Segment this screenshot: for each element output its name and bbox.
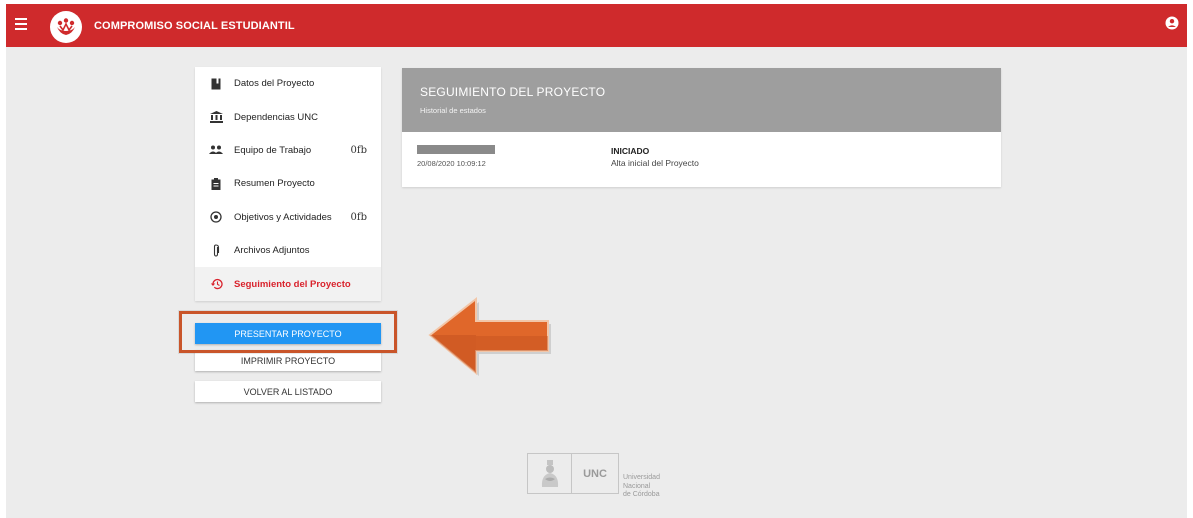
list-item: 20/08/2020 10:09:12 INICIADO Alta inicia… — [402, 132, 1001, 187]
sidebar-item-label: Seguimiento del Proyecto — [234, 278, 351, 290]
entry-state: INICIADO — [611, 146, 650, 156]
entry-date: 20/08/2020 10:09:12 — [417, 159, 486, 168]
target-icon — [208, 210, 224, 224]
print-project-button[interactable]: IMPRIMIR PROYECTO — [195, 350, 381, 371]
sidebar-item-label: Archivos Adjuntos — [234, 245, 310, 257]
sidebar-item-objetivos[interactable]: Objetivos y Actividades 0fb — [195, 201, 381, 234]
unc-logo-text: UNC — [583, 467, 607, 480]
book-icon — [208, 77, 224, 91]
university-name-line: de Córdoba — [623, 491, 660, 498]
app-logo-icon — [50, 11, 82, 43]
sidebar-item-resumen[interactable]: Resumen Proyecto — [195, 167, 381, 200]
project-sidebar-nav: Datos del Proyecto Dependencias UNC Equi… — [195, 67, 381, 301]
entry-description: Alta inicial del Proyecto — [611, 158, 699, 168]
sidebar-item-seguimiento[interactable]: Seguimiento del Proyecto — [195, 267, 381, 301]
group-icon — [208, 143, 224, 157]
sidebar-item-dependencias[interactable]: Dependencias UNC — [195, 100, 381, 133]
pointer-arrow-icon — [428, 296, 551, 376]
app-title: COMPROMISO SOCIAL ESTUDIANTIL — [94, 20, 295, 32]
sidebar-item-label: Objetivos y Actividades — [234, 211, 332, 223]
hamburger-icon[interactable] — [15, 18, 27, 30]
history-icon — [208, 277, 224, 291]
sidebar-item-count: 0fb — [350, 211, 367, 223]
redacted-user-name — [417, 145, 495, 154]
sidebar-item-label: Dependencias UNC — [234, 111, 318, 123]
sidebar-item-count: 0fb — [350, 144, 367, 156]
institution-icon — [208, 110, 224, 124]
sidebar-item-datos-proyecto[interactable]: Datos del Proyecto — [195, 67, 381, 100]
card-subtitle: Historial de estados — [420, 106, 486, 115]
card-title: SEGUIMIENTO DEL PROYECTO — [420, 85, 606, 99]
card-header: SEGUIMIENTO DEL PROYECTO Historial de es… — [402, 68, 1001, 132]
university-seal-icon — [528, 454, 572, 493]
university-name-line: Universidad — [623, 474, 660, 481]
highlight-box — [179, 311, 397, 353]
sidebar-item-label: Datos del Proyecto — [234, 78, 315, 90]
account-circle-icon[interactable] — [1165, 16, 1179, 30]
university-name-line: Nacional — [623, 482, 651, 490]
sidebar-item-equipo-trabajo[interactable]: Equipo de Trabajo 0fb — [195, 134, 381, 167]
sidebar-item-label: Equipo de Trabajo — [234, 144, 312, 156]
app-frame: COMPROMISO SOCIAL ESTUDIANTIL Datos del … — [6, 4, 1187, 518]
paperclip-icon — [208, 244, 224, 258]
clipboard-icon — [208, 177, 224, 191]
back-to-list-button[interactable]: VOLVER AL LISTADO — [195, 381, 381, 402]
sidebar-item-archivos[interactable]: Archivos Adjuntos — [195, 234, 381, 267]
university-name: Universidad Nacional de Córdoba — [623, 474, 660, 500]
unc-logo: UNC — [527, 453, 619, 494]
sidebar-item-label: Resumen Proyecto — [234, 178, 315, 190]
project-tracking-card: SEGUIMIENTO DEL PROYECTO Historial de es… — [402, 68, 1001, 187]
top-app-bar: COMPROMISO SOCIAL ESTUDIANTIL — [6, 4, 1187, 47]
